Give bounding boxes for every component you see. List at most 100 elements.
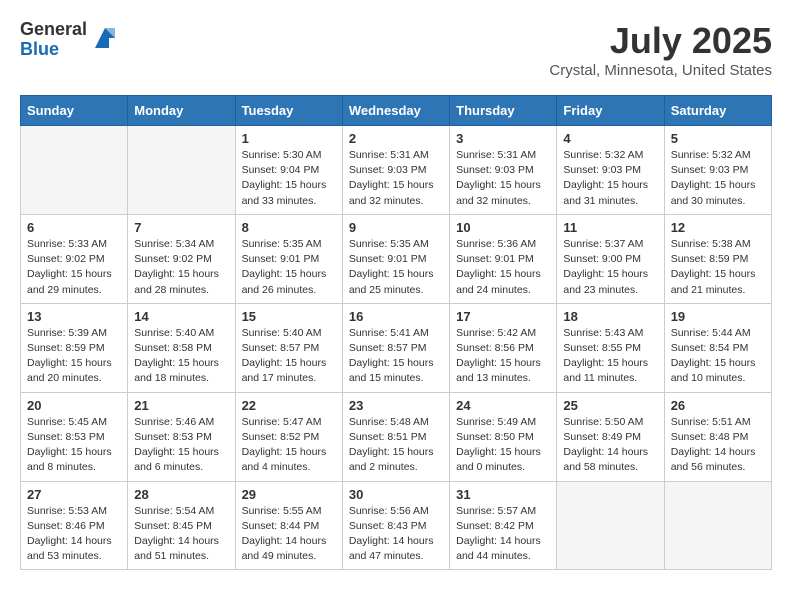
day-number: 28 bbox=[134, 487, 228, 502]
week-row-5: 27 Sunrise: 5:53 AMSunset: 8:46 PMDayligh… bbox=[21, 481, 772, 570]
day-cell: 15 Sunrise: 5:40 AMSunset: 8:57 PMDayligh… bbox=[235, 303, 342, 392]
day-info: Sunrise: 5:48 AMSunset: 8:51 PMDaylight:… bbox=[349, 415, 443, 476]
day-number: 15 bbox=[242, 309, 336, 324]
page-header: General Blue July 2025 Crystal, Minnesot… bbox=[20, 20, 772, 79]
day-info: Sunrise: 5:31 AMSunset: 9:03 PMDaylight:… bbox=[349, 148, 443, 209]
logo-icon bbox=[91, 24, 119, 52]
day-number: 3 bbox=[456, 131, 550, 146]
day-info: Sunrise: 5:44 AMSunset: 8:54 PMDaylight:… bbox=[671, 326, 765, 387]
day-info: Sunrise: 5:35 AMSunset: 9:01 PMDaylight:… bbox=[349, 237, 443, 298]
day-number: 23 bbox=[349, 398, 443, 413]
col-header-tuesday: Tuesday bbox=[235, 96, 342, 126]
day-cell bbox=[21, 126, 128, 215]
day-number: 10 bbox=[456, 220, 550, 235]
month-title: July 2025 bbox=[549, 20, 772, 62]
day-number: 1 bbox=[242, 131, 336, 146]
day-cell: 27 Sunrise: 5:53 AMSunset: 8:46 PMDayligh… bbox=[21, 481, 128, 570]
day-cell: 30Sunrise: 5:56 AMSunset: 8:43 PMDayligh… bbox=[342, 481, 449, 570]
day-cell: 10 Sunrise: 5:36 AMSunset: 9:01 PMDayligh… bbox=[450, 214, 557, 303]
logo-text: General Blue bbox=[20, 20, 87, 60]
day-number: 31 bbox=[456, 487, 550, 502]
day-info: Sunrise: 5:50 AMSunset: 8:49 PMDaylight:… bbox=[563, 415, 657, 476]
day-cell: 23 Sunrise: 5:48 AMSunset: 8:51 PMDayligh… bbox=[342, 392, 449, 481]
day-number: 25 bbox=[563, 398, 657, 413]
day-info: Sunrise: 5:42 AMSunset: 8:56 PMDaylight:… bbox=[456, 326, 550, 387]
day-info: Sunrise: 5:38 AMSunset: 8:59 PMDaylight:… bbox=[671, 237, 765, 298]
day-cell: 25 Sunrise: 5:50 AMSunset: 8:49 PMDayligh… bbox=[557, 392, 664, 481]
col-header-thursday: Thursday bbox=[450, 96, 557, 126]
day-cell: 4 Sunrise: 5:32 AMSunset: 9:03 PMDaylight… bbox=[557, 126, 664, 215]
day-info: Sunrise: 5:43 AMSunset: 8:55 PMDaylight:… bbox=[563, 326, 657, 387]
day-number: 16 bbox=[349, 309, 443, 324]
day-number: 19 bbox=[671, 309, 765, 324]
week-row-4: 20Sunrise: 5:45 AMSunset: 8:53 PMDayligh… bbox=[21, 392, 772, 481]
day-number: 13 bbox=[27, 309, 121, 324]
day-cell bbox=[128, 126, 235, 215]
day-cell: 5 Sunrise: 5:32 AMSunset: 9:03 PMDaylight… bbox=[664, 126, 771, 215]
day-info: Sunrise: 5:54 AMSunset: 8:45 PMDaylight:… bbox=[134, 504, 228, 565]
week-row-2: 6Sunrise: 5:33 AMSunset: 9:02 PMDaylight… bbox=[21, 214, 772, 303]
day-info: Sunrise: 5:51 AMSunset: 8:48 PMDaylight:… bbox=[671, 415, 765, 476]
day-cell: 22 Sunrise: 5:47 AMSunset: 8:52 PMDayligh… bbox=[235, 392, 342, 481]
day-cell: 11 Sunrise: 5:37 AMSunset: 9:00 PMDayligh… bbox=[557, 214, 664, 303]
title-section: July 2025 Crystal, Minnesota, United Sta… bbox=[549, 20, 772, 79]
col-header-sunday: Sunday bbox=[21, 96, 128, 126]
day-info: Sunrise: 5:55 AMSunset: 8:44 PMDaylight:… bbox=[242, 504, 336, 565]
day-number: 14 bbox=[134, 309, 228, 324]
logo-blue: Blue bbox=[20, 40, 87, 60]
col-header-monday: Monday bbox=[128, 96, 235, 126]
day-number: 26 bbox=[671, 398, 765, 413]
day-info: Sunrise: 5:32 AMSunset: 9:03 PMDaylight:… bbox=[563, 148, 657, 209]
week-row-3: 13 Sunrise: 5:39 AMSunset: 8:59 PMDayligh… bbox=[21, 303, 772, 392]
day-cell: 12 Sunrise: 5:38 AMSunset: 8:59 PMDayligh… bbox=[664, 214, 771, 303]
day-cell: 2 Sunrise: 5:31 AMSunset: 9:03 PMDaylight… bbox=[342, 126, 449, 215]
col-header-saturday: Saturday bbox=[664, 96, 771, 126]
day-info: Sunrise: 5:32 AMSunset: 9:03 PMDaylight:… bbox=[671, 148, 765, 209]
day-cell: 28 Sunrise: 5:54 AMSunset: 8:45 PMDayligh… bbox=[128, 481, 235, 570]
day-number: 9 bbox=[349, 220, 443, 235]
day-info: Sunrise: 5:49 AMSunset: 8:50 PMDaylight:… bbox=[456, 415, 550, 476]
day-cell: 1 Sunrise: 5:30 AMSunset: 9:04 PMDaylight… bbox=[235, 126, 342, 215]
day-info: Sunrise: 5:30 AMSunset: 9:04 PMDaylight:… bbox=[242, 148, 336, 209]
day-number: 2 bbox=[349, 131, 443, 146]
header-row: SundayMondayTuesdayWednesdayThursdayFrid… bbox=[21, 96, 772, 126]
day-cell: 17 Sunrise: 5:42 AMSunset: 8:56 PMDayligh… bbox=[450, 303, 557, 392]
day-number: 18 bbox=[563, 309, 657, 324]
day-number: 12 bbox=[671, 220, 765, 235]
day-cell: 14 Sunrise: 5:40 AMSunset: 8:58 PMDayligh… bbox=[128, 303, 235, 392]
day-cell: 3Sunrise: 5:31 AMSunset: 9:03 PMDaylight… bbox=[450, 126, 557, 215]
day-cell: 13 Sunrise: 5:39 AMSunset: 8:59 PMDayligh… bbox=[21, 303, 128, 392]
day-number: 7 bbox=[134, 220, 228, 235]
day-info: Sunrise: 5:53 AMSunset: 8:46 PMDaylight:… bbox=[27, 504, 121, 565]
day-info: Sunrise: 5:33 AMSunset: 9:02 PMDaylight:… bbox=[27, 237, 121, 298]
day-cell: 21Sunrise: 5:46 AMSunset: 8:53 PMDayligh… bbox=[128, 392, 235, 481]
col-header-wednesday: Wednesday bbox=[342, 96, 449, 126]
day-info: Sunrise: 5:57 AMSunset: 8:42 PMDaylight:… bbox=[456, 504, 550, 565]
day-number: 11 bbox=[563, 220, 657, 235]
day-info: Sunrise: 5:39 AMSunset: 8:59 PMDaylight:… bbox=[27, 326, 121, 387]
day-number: 4 bbox=[563, 131, 657, 146]
col-header-friday: Friday bbox=[557, 96, 664, 126]
day-number: 22 bbox=[242, 398, 336, 413]
day-info: Sunrise: 5:35 AMSunset: 9:01 PMDaylight:… bbox=[242, 237, 336, 298]
day-cell: 20Sunrise: 5:45 AMSunset: 8:53 PMDayligh… bbox=[21, 392, 128, 481]
day-number: 20 bbox=[27, 398, 121, 413]
day-info: Sunrise: 5:40 AMSunset: 8:57 PMDaylight:… bbox=[242, 326, 336, 387]
day-cell: 31 Sunrise: 5:57 AMSunset: 8:42 PMDayligh… bbox=[450, 481, 557, 570]
day-number: 5 bbox=[671, 131, 765, 146]
day-number: 27 bbox=[27, 487, 121, 502]
day-info: Sunrise: 5:37 AMSunset: 9:00 PMDaylight:… bbox=[563, 237, 657, 298]
day-cell bbox=[664, 481, 771, 570]
logo: General Blue bbox=[20, 20, 119, 60]
day-info: Sunrise: 5:36 AMSunset: 9:01 PMDaylight:… bbox=[456, 237, 550, 298]
day-info: Sunrise: 5:34 AMSunset: 9:02 PMDaylight:… bbox=[134, 237, 228, 298]
day-info: Sunrise: 5:40 AMSunset: 8:58 PMDaylight:… bbox=[134, 326, 228, 387]
day-info: Sunrise: 5:46 AMSunset: 8:53 PMDaylight:… bbox=[134, 415, 228, 476]
day-cell: 18 Sunrise: 5:43 AMSunset: 8:55 PMDayligh… bbox=[557, 303, 664, 392]
day-number: 17 bbox=[456, 309, 550, 324]
day-number: 30 bbox=[349, 487, 443, 502]
day-info: Sunrise: 5:47 AMSunset: 8:52 PMDaylight:… bbox=[242, 415, 336, 476]
day-cell: 19 Sunrise: 5:44 AMSunset: 8:54 PMDayligh… bbox=[664, 303, 771, 392]
day-cell bbox=[557, 481, 664, 570]
day-cell: 26 Sunrise: 5:51 AMSunset: 8:48 PMDayligh… bbox=[664, 392, 771, 481]
